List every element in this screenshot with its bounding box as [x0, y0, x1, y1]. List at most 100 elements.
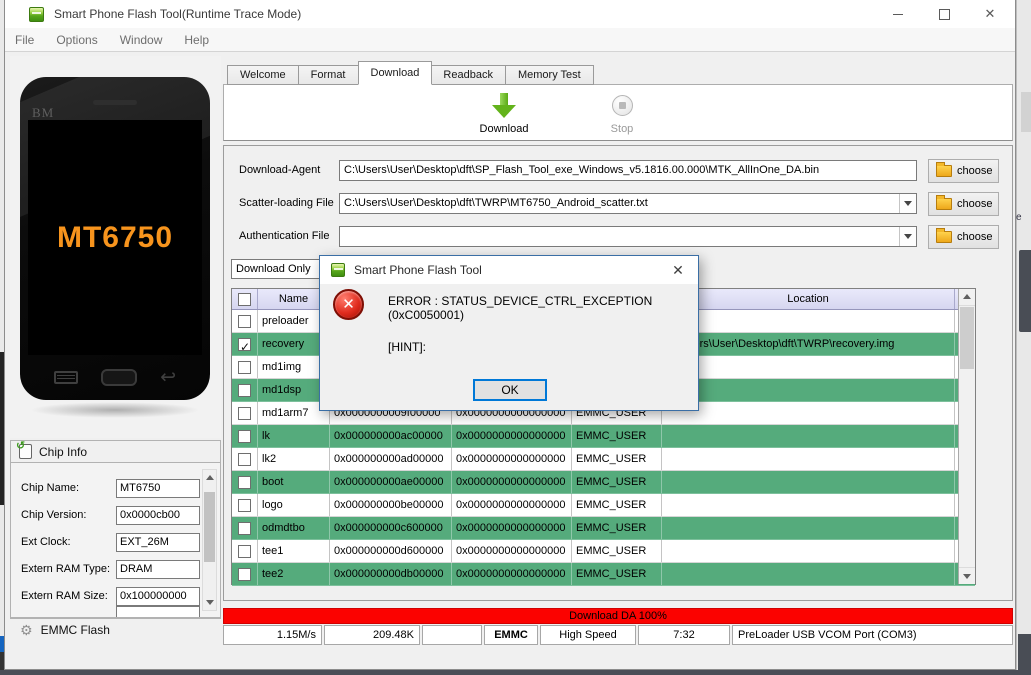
error-hint: [HINT]:: [388, 340, 426, 354]
phone-screen: MT6750: [28, 120, 202, 355]
phone-shadow: [30, 402, 200, 418]
table-row[interactable]: odmdtbo0x000000000c6000000x0000000000000…: [232, 517, 975, 540]
choose-button[interactable]: choose: [928, 159, 999, 183]
chevron-down-icon[interactable]: [899, 194, 916, 213]
row-checkbox[interactable]: [238, 568, 251, 581]
cell-location: [662, 540, 955, 562]
file-combo-input[interactable]: C:\Users\User\Desktop\dft\TWRP\MT6750_An…: [339, 193, 917, 214]
cell-location: [662, 310, 955, 332]
row-checkbox[interactable]: [238, 499, 251, 512]
error-dialog: Smart Phone Flash Tool ✕ ERROR : STATUS_…: [319, 255, 699, 411]
menu-item-options[interactable]: Options: [56, 33, 97, 47]
row-checkbox[interactable]: [238, 522, 251, 535]
table-row[interactable]: lk0x000000000ac000000x0000000000000000EM…: [232, 425, 975, 448]
row-checkbox-cell[interactable]: [232, 563, 258, 585]
chip-field-label: Chip Version:: [21, 509, 86, 521]
row-checkbox[interactable]: [238, 384, 251, 397]
row-checkbox-cell[interactable]: [232, 471, 258, 493]
cell-end-address: 0x0000000000000000: [452, 471, 572, 493]
row-checkbox-cell[interactable]: [232, 494, 258, 516]
row-checkbox[interactable]: [238, 338, 251, 351]
chip-info-header[interactable]: Chip Info: [10, 440, 221, 463]
chip-field-value[interactable]: 0x0000cb00: [116, 506, 200, 525]
row-checkbox-cell[interactable]: [232, 540, 258, 562]
app-window: Smart Phone Flash Tool(Runtime Trace Mod…: [4, 0, 1016, 670]
file-text-input[interactable]: C:\Users\User\Desktop\dft\SP_Flash_Tool_…: [339, 160, 917, 181]
maximize-button[interactable]: [937, 7, 951, 21]
cell-location: [662, 425, 955, 447]
cell-name: boot: [258, 471, 330, 493]
status-cell: High Speed: [540, 625, 636, 645]
tab-format[interactable]: Format: [299, 65, 359, 85]
row-checkbox[interactable]: [238, 476, 251, 489]
row-checkbox[interactable]: [238, 407, 251, 420]
scroll-down-button[interactable]: [959, 567, 975, 584]
row-checkbox[interactable]: [238, 361, 251, 374]
status-cell: EMMC: [484, 625, 538, 645]
select-all-checkbox[interactable]: [238, 293, 251, 306]
stop-button-label: Stop: [611, 123, 634, 135]
row-checkbox[interactable]: [238, 545, 251, 558]
tab-download[interactable]: Download: [358, 61, 433, 85]
file-field-label: Download-Agent: [239, 164, 320, 176]
row-checkbox[interactable]: [238, 430, 251, 443]
chevron-down-icon[interactable]: [899, 227, 916, 246]
chip-info-field: Extern RAM Size:0x100000000: [11, 587, 220, 606]
cell-location: [662, 402, 955, 424]
cell-end-address: 0x0000000000000000: [452, 448, 572, 470]
scrollbar-thumb[interactable]: [960, 307, 974, 369]
cell-end-address: 0x0000000000000000: [452, 494, 572, 516]
tab-readback[interactable]: Readback: [431, 65, 506, 85]
cell-name: tee1: [258, 540, 330, 562]
chip-field-value[interactable]: MT6750: [116, 479, 200, 498]
cell-region: EMMC_USER: [572, 517, 662, 539]
ok-button[interactable]: OK: [473, 379, 547, 401]
status-cell: 1.15M/s: [223, 625, 322, 645]
file-combo-input[interactable]: [339, 226, 917, 247]
chip-field-value[interactable]: DRAM: [116, 560, 200, 579]
chip-field-value[interactable]: EXT_26M: [116, 533, 200, 552]
error-icon: [333, 289, 364, 320]
choose-button[interactable]: choose: [928, 192, 999, 216]
tab-welcome[interactable]: Welcome: [227, 65, 299, 85]
scroll-up-button[interactable]: [959, 289, 975, 306]
row-checkbox-cell[interactable]: [232, 402, 258, 424]
row-checkbox-cell[interactable]: [232, 310, 258, 332]
table-row[interactable]: lk20x000000000ad000000x0000000000000000E…: [232, 448, 975, 471]
download-button-label: Download: [480, 123, 529, 135]
table-row[interactable]: tee10x000000000d6000000x0000000000000000…: [232, 540, 975, 563]
cell-location: C:\Users\User\Desktop\dft\TWRP\recovery.…: [662, 333, 955, 355]
close-icon[interactable]: ✕: [658, 262, 698, 279]
flash-type-row[interactable]: ⚙ EMMC Flash: [10, 618, 221, 640]
background-window-text: e: [1016, 212, 1022, 223]
app-icon: [331, 263, 345, 277]
chip-field-value[interactable]: 0x100000000: [116, 587, 200, 606]
table-row[interactable]: tee20x000000000db000000x0000000000000000…: [232, 563, 975, 586]
row-checkbox-cell[interactable]: [232, 379, 258, 401]
row-checkbox-cell[interactable]: [232, 333, 258, 355]
menu-item-window[interactable]: Window: [120, 33, 163, 47]
menu-item-file[interactable]: File: [15, 33, 34, 47]
select-all-checkbox-cell[interactable]: [232, 289, 258, 309]
row-checkbox[interactable]: [238, 453, 251, 466]
row-checkbox[interactable]: [238, 315, 251, 328]
row-checkbox-cell[interactable]: [232, 448, 258, 470]
column-header: Location: [662, 289, 955, 309]
choose-button[interactable]: choose: [928, 225, 999, 249]
menu-item-help[interactable]: Help: [184, 33, 209, 47]
status-cell: PreLoader USB VCOM Port (COM3): [732, 625, 1013, 645]
minimize-button[interactable]: [891, 7, 905, 21]
row-checkbox-cell[interactable]: [232, 425, 258, 447]
row-checkbox-cell[interactable]: [232, 356, 258, 378]
cell-begin-address: 0x000000000be00000: [330, 494, 452, 516]
stop-button[interactable]: Stop: [576, 91, 668, 138]
table-scrollbar[interactable]: [958, 289, 975, 584]
tab-memory-test[interactable]: Memory Test: [506, 65, 594, 85]
download-button[interactable]: Download: [458, 91, 550, 138]
table-row[interactable]: logo0x000000000be000000x0000000000000000…: [232, 494, 975, 517]
cell-begin-address: 0x000000000db00000: [330, 563, 452, 585]
cell-begin-address: 0x000000000c600000: [330, 517, 452, 539]
row-checkbox-cell[interactable]: [232, 517, 258, 539]
close-icon[interactable]: ✕: [983, 7, 997, 21]
table-row[interactable]: boot0x000000000ae000000x0000000000000000…: [232, 471, 975, 494]
